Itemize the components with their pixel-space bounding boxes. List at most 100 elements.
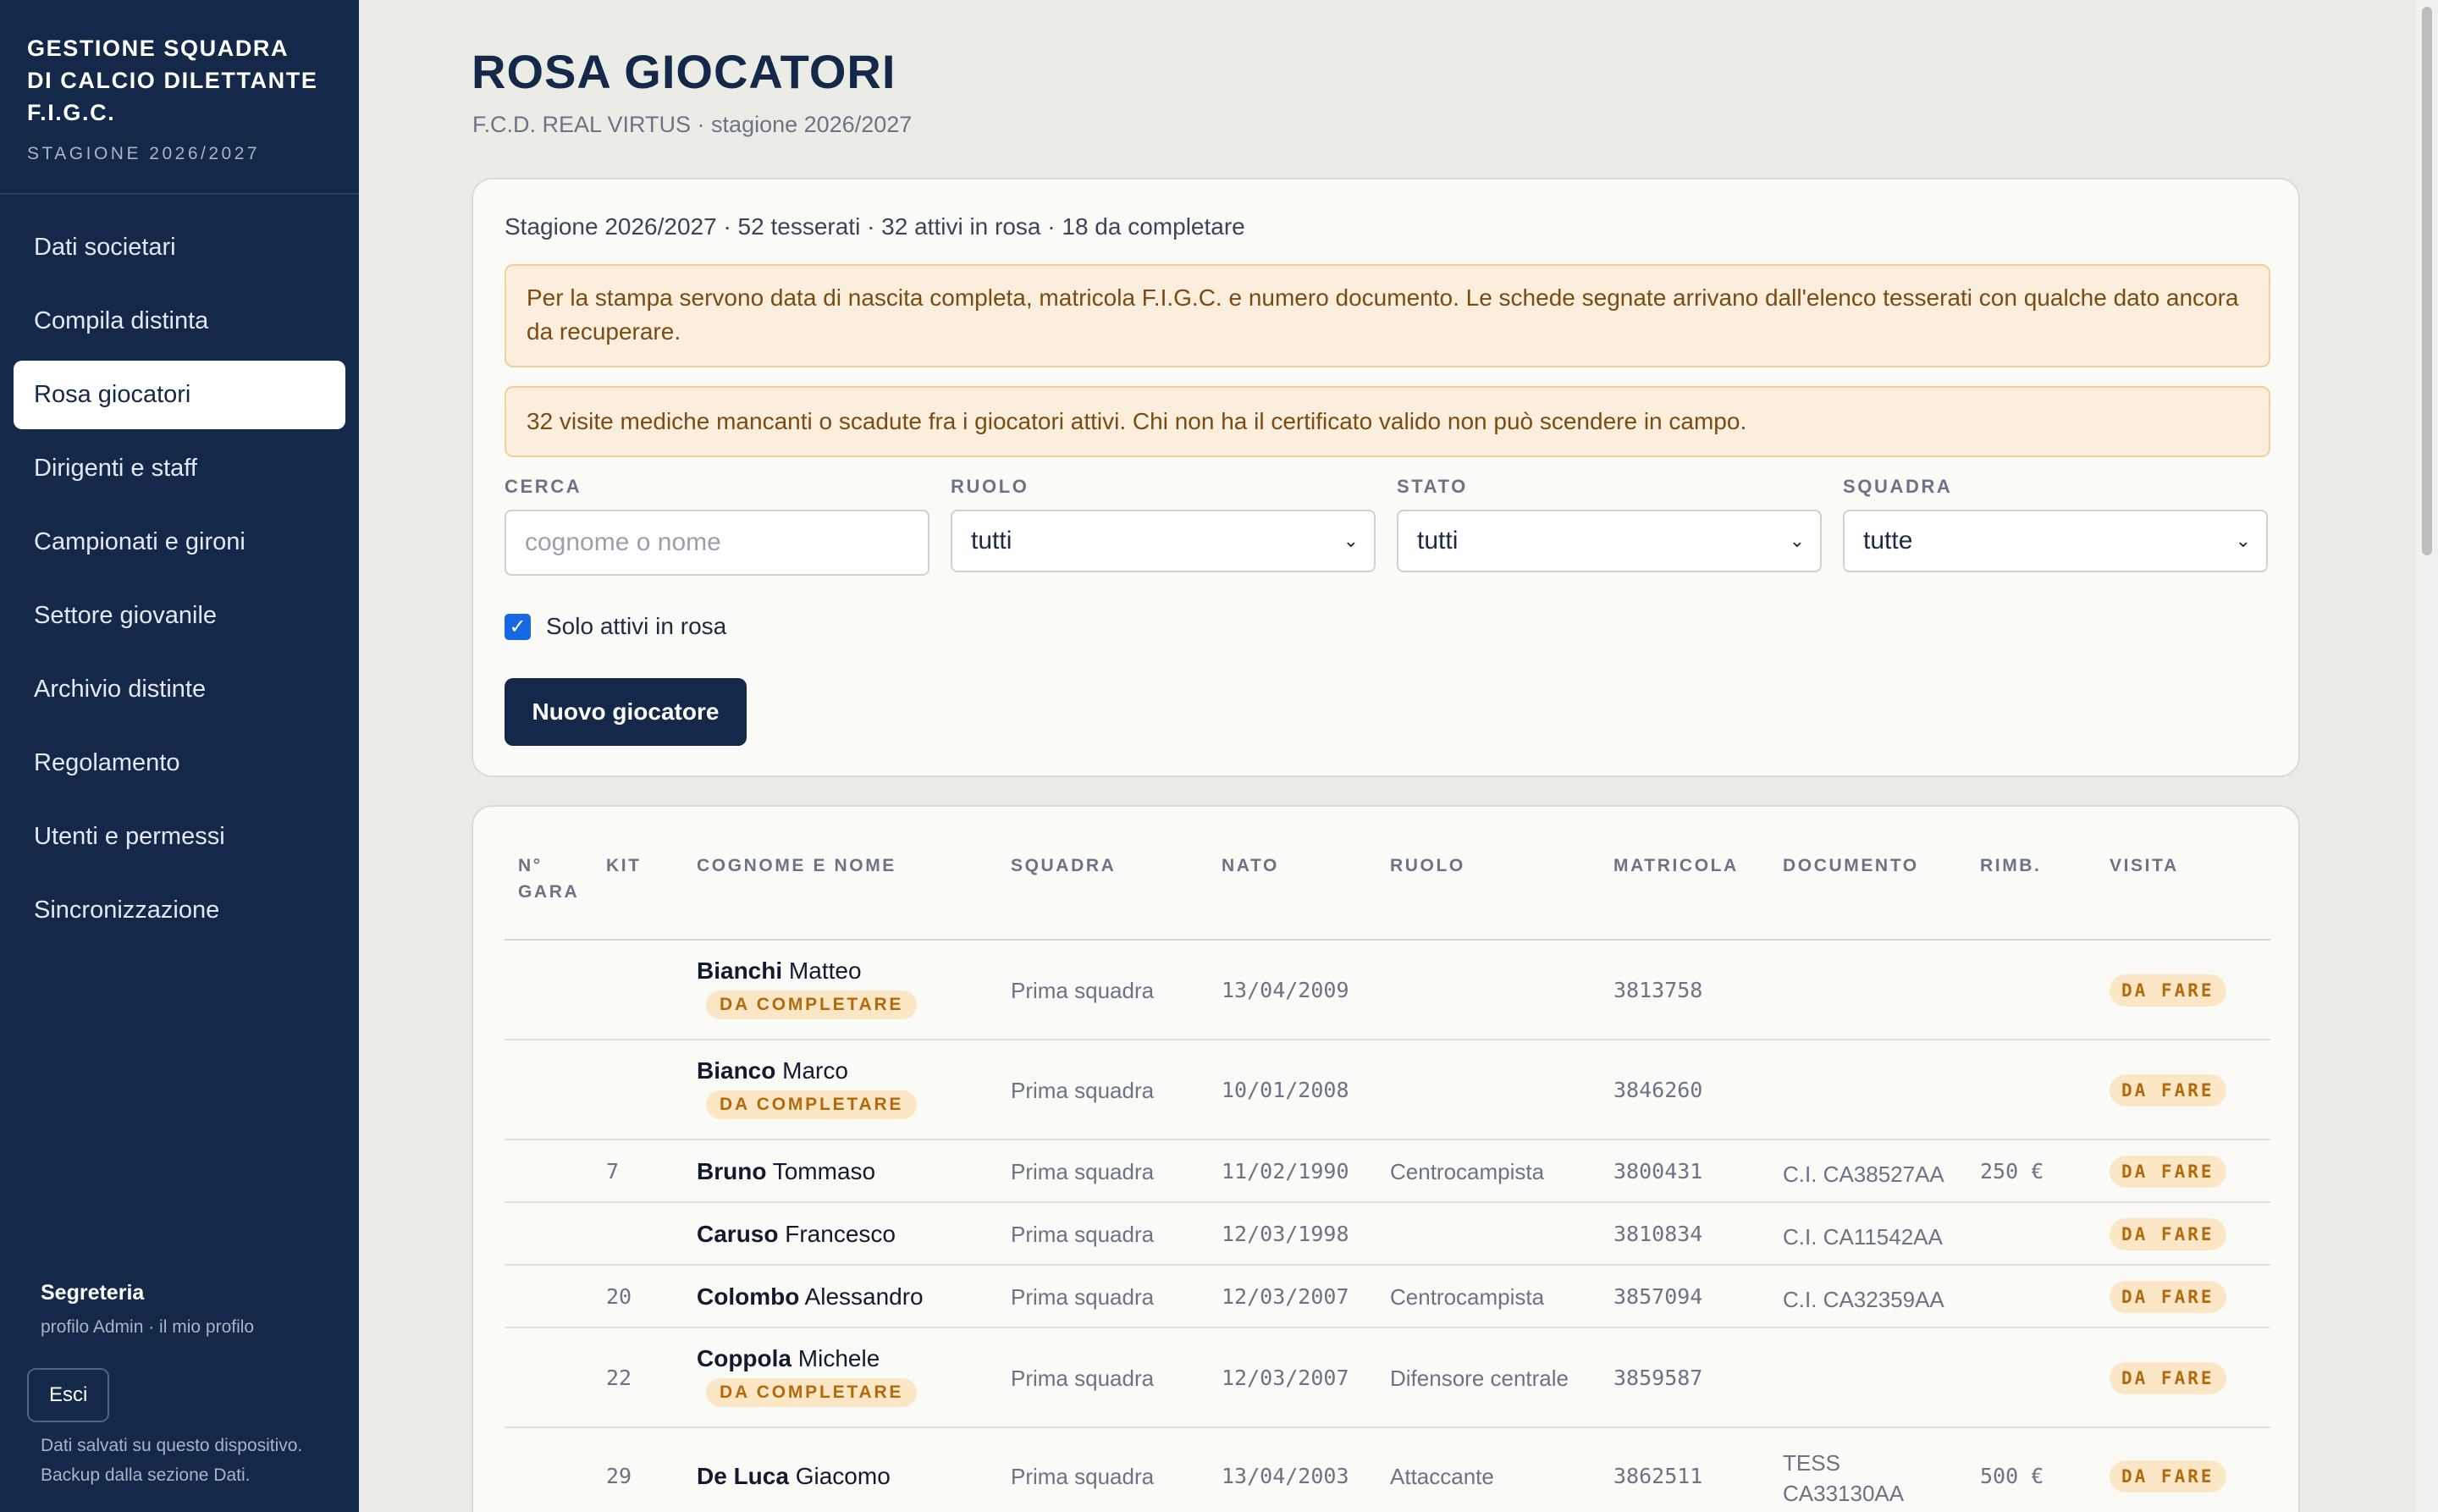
- table-row[interactable]: 20 Colombo Alessandro Prima squadra 12/0…: [505, 1266, 2270, 1328]
- active-only-checkbox[interactable]: ✓: [505, 613, 531, 640]
- table-row[interactable]: Bianchi Matteo DA COMPLETARE Prima squad…: [505, 941, 2270, 1040]
- player-surname: De Luca: [697, 1463, 789, 1489]
- col-visit[interactable]: VISITA: [2110, 853, 2179, 879]
- incomplete-badge: DA COMPLETARE: [706, 1090, 918, 1119]
- season-summary: Stagione 2026/2027 · 52 tesserati · 32 a…: [505, 213, 1245, 240]
- new-player-button[interactable]: Nuovo giocatore: [505, 678, 747, 746]
- sidebar-item-settore-giovanile[interactable]: Settore giovanile: [14, 582, 345, 650]
- team-label: SQUADRA: [1843, 476, 1953, 497]
- col-kit[interactable]: KIT: [606, 853, 642, 879]
- incomplete-badge-wrap: DA COMPLETARE: [706, 1377, 918, 1407]
- status-label: STATO: [1397, 476, 1468, 497]
- scrollbar-thumb[interactable]: [2422, 7, 2432, 555]
- cell-born: 11/02/1990: [1222, 1159, 1349, 1184]
- page-subtitle: F.C.D. REAL VIRTUS · stagione 2026/2027: [472, 112, 913, 137]
- cell-role: Attaccante: [1390, 1464, 1494, 1489]
- cell-player-name[interactable]: Bianchi Matteo: [697, 957, 862, 985]
- player-first-name: Matteo: [788, 957, 862, 984]
- sidebar-item-dati-societari[interactable]: Dati societari: [14, 213, 345, 282]
- player-surname: Bruno: [697, 1158, 767, 1184]
- visit-status-badge: DA FARE: [2110, 1156, 2226, 1188]
- cell-player-name[interactable]: Coppola Michele: [697, 1345, 880, 1372]
- app-title: GESTIONE SQUADRA DI CALCIO DILETTANTE F.…: [27, 36, 318, 125]
- status-field: STATO tutti ⌄: [1397, 476, 1822, 572]
- visit-status-badge: DA FARE: [2110, 1218, 2226, 1250]
- sidebar-item-utenti-e-permessi[interactable]: Utenti e permessi: [14, 803, 345, 871]
- cell-rimb: 250 €: [1980, 1159, 2044, 1184]
- sidebar-item-sincronizzazione[interactable]: Sincronizzazione: [14, 876, 345, 945]
- col-role[interactable]: RUOLO: [1390, 853, 1465, 879]
- cell-player-name[interactable]: Bruno Tommaso: [697, 1158, 875, 1185]
- incomplete-badge: DA COMPLETARE: [706, 991, 918, 1019]
- visit-status-badge: DA FARE: [2110, 1362, 2226, 1394]
- cell-team: Prima squadra: [1011, 978, 1155, 1003]
- col-document[interactable]: DOCUMENTO: [1783, 853, 1919, 879]
- player-first-name: Giacomo: [795, 1463, 891, 1489]
- sidebar-item-dirigenti-e-staff[interactable]: Dirigenti e staff: [14, 434, 345, 503]
- table-row[interactable]: 7 Bruno Tommaso Prima squadra 11/02/1990…: [505, 1140, 2270, 1203]
- cell-role: Centrocampista: [1390, 1284, 1545, 1310]
- visit-status-badge: DA FARE: [2110, 1074, 2226, 1106]
- player-first-name: Marco: [782, 1057, 848, 1084]
- col-rimb[interactable]: RIMB.: [1980, 853, 2042, 879]
- search-input[interactable]: cognome o nome: [505, 510, 929, 576]
- sidebar-item-campionati-e-gironi[interactable]: Campionati e gironi: [14, 508, 345, 577]
- cell-player-name[interactable]: De Luca Giacomo: [697, 1463, 891, 1490]
- table-header: N° GARA KIT COGNOME E NOME SQUADRA NATO …: [505, 836, 2270, 941]
- cell-number: 29: [606, 1464, 632, 1488]
- cell-matricola: 3862511: [1613, 1464, 1703, 1488]
- player-surname: Coppola: [697, 1345, 792, 1371]
- col-matricola[interactable]: MATRICOLA: [1613, 853, 1739, 879]
- team-select[interactable]: tutte ⌄: [1843, 510, 2268, 572]
- save-note: Dati salvati su questo dispositivo. Back…: [41, 1436, 303, 1485]
- table-row[interactable]: 22 Coppola Michele DA COMPLETARE Prima s…: [505, 1328, 2270, 1428]
- table-body: Bianchi Matteo DA COMPLETARE Prima squad…: [505, 941, 2270, 1512]
- role-select[interactable]: tutti ⌄: [951, 510, 1376, 572]
- cell-team: Prima squadra: [1011, 1159, 1155, 1184]
- table-row[interactable]: 29 De Luca Giacomo Prima squadra 13/04/2…: [505, 1428, 2270, 1512]
- cell-player-name[interactable]: Bianco Marco: [697, 1057, 848, 1084]
- season-label: STAGIONE 2026/2027: [27, 144, 261, 163]
- page-scrollbar[interactable]: [2416, 0, 2438, 1512]
- cell-born: 12/03/2007: [1222, 1284, 1349, 1309]
- cell-team: Prima squadra: [1011, 1284, 1155, 1310]
- cell-matricola: 3813758: [1613, 978, 1703, 1002]
- cell-matricola: 3859587: [1613, 1366, 1703, 1390]
- cell-player-name[interactable]: Colombo Alessandro: [697, 1283, 924, 1311]
- cell-document: C.I. CA11542AA: [1783, 1224, 1943, 1250]
- status-select[interactable]: tutti ⌄: [1397, 510, 1822, 572]
- cell-role: Centrocampista: [1390, 1159, 1545, 1184]
- cell-role: Difensore centrale: [1390, 1366, 1569, 1391]
- cell-born: 12/03/1998: [1222, 1222, 1349, 1246]
- cell-number: 22: [606, 1366, 632, 1390]
- role-select-value: tutti: [971, 527, 1012, 555]
- sidebar-nav: Dati societari Compila distinta Rosa gioca…: [0, 195, 359, 945]
- player-first-name: Michele: [797, 1345, 880, 1371]
- cell-player-name[interactable]: Caruso Francesco: [697, 1221, 896, 1248]
- col-born[interactable]: NATO: [1222, 853, 1279, 879]
- cell-born: 12/03/2007: [1222, 1366, 1349, 1390]
- active-only-toggle[interactable]: ✓ Solo attivi in rosa: [505, 613, 726, 640]
- col-team[interactable]: SQUADRA: [1011, 853, 1116, 879]
- visit-status-badge: DA FARE: [2110, 974, 2226, 1007]
- logout-button[interactable]: Esci: [27, 1368, 110, 1422]
- table-row[interactable]: Bianco Marco DA COMPLETARE Prima squadra…: [505, 1040, 2270, 1140]
- player-first-name: Tommaso: [772, 1158, 876, 1184]
- sidebar-item-regolamento[interactable]: Regolamento: [14, 729, 345, 797]
- sidebar-item-rosa-giocatori[interactable]: Rosa giocatori: [14, 361, 345, 429]
- cell-matricola: 3800431: [1613, 1159, 1703, 1184]
- table-row[interactable]: Caruso Francesco Prima squadra 12/03/199…: [505, 1203, 2270, 1266]
- main-content: ROSA GIOCATORI F.C.D. REAL VIRTUS · stag…: [359, 0, 2416, 1512]
- cell-number: 7: [606, 1159, 620, 1184]
- user-profile-link[interactable]: profilo Admin · il mio profilo: [41, 1317, 332, 1338]
- role-label: RUOLO: [951, 476, 1029, 497]
- col-number[interactable]: N° GARA: [518, 853, 579, 905]
- sidebar-item-archivio-distinte[interactable]: Archivio distinte: [14, 655, 345, 724]
- sidebar-item-compila-distinta[interactable]: Compila distinta: [14, 287, 345, 356]
- cell-born: 13/04/2003: [1222, 1464, 1349, 1488]
- user-name: Segreteria: [41, 1281, 145, 1305]
- brand: GESTIONE SQUADRA DI CALCIO DILETTANTE F.…: [0, 0, 359, 195]
- chevron-down-icon: ⌄: [1343, 530, 1359, 551]
- players-table-card: N° GARA KIT COGNOME E NOME SQUADRA NATO …: [472, 805, 2300, 1512]
- col-name[interactable]: COGNOME E NOME: [697, 853, 896, 879]
